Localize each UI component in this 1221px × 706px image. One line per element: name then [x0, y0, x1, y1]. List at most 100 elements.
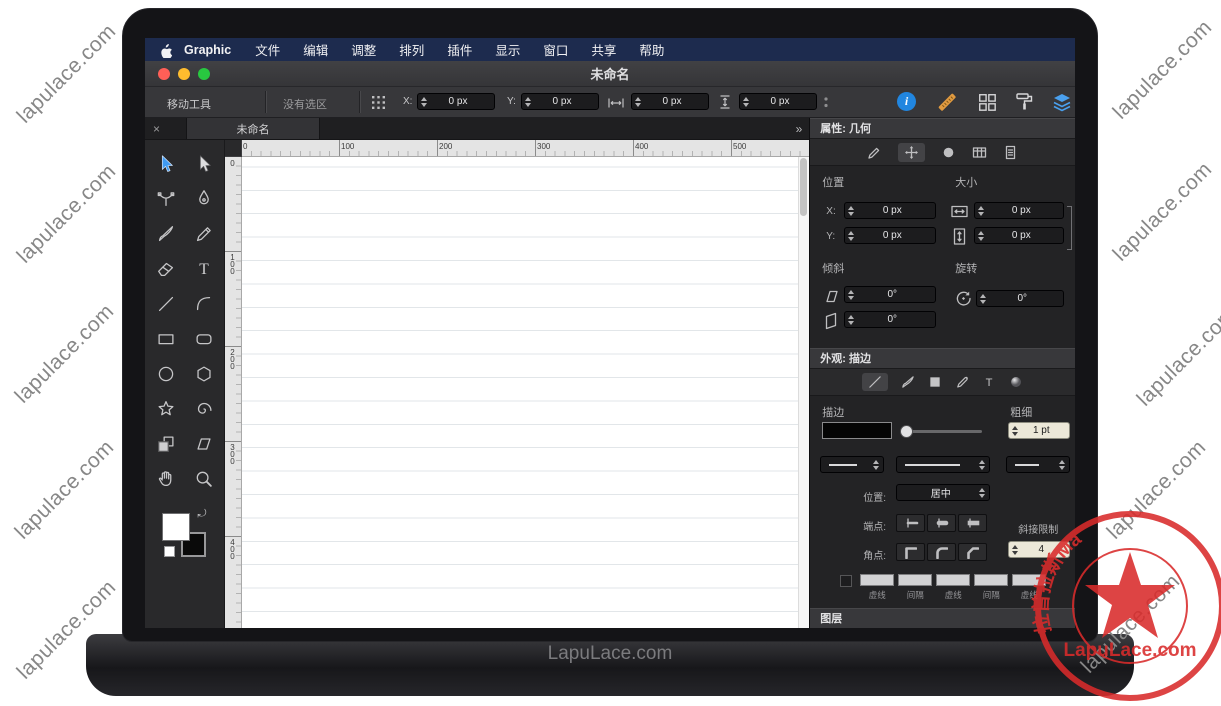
info-button[interactable]: i: [897, 92, 916, 111]
vertical-scrollbar[interactable]: [798, 156, 809, 628]
scrollbar-thumb[interactable]: [800, 158, 807, 216]
star-tool[interactable]: [154, 397, 178, 421]
menu-item-file[interactable]: 文件: [255, 40, 280, 59]
select-arrows-icon[interactable]: [976, 488, 989, 498]
tab-brush-icon[interactable]: [901, 375, 915, 389]
toolbar-width-stepper[interactable]: 0 px: [631, 93, 709, 110]
height-stepper[interactable]: 0 px: [974, 227, 1064, 244]
stepper-arrows-icon[interactable]: [977, 294, 989, 304]
shape-combine-tool[interactable]: [154, 432, 178, 456]
stepper-arrows-icon[interactable]: [975, 206, 987, 216]
menu-item-arrange[interactable]: 排列: [399, 40, 424, 59]
measure-tool-button[interactable]: [936, 91, 958, 118]
tab-stroke-icon[interactable]: [862, 373, 888, 391]
stepper-arrows-icon[interactable]: [1009, 426, 1021, 436]
skew-x-stepper[interactable]: 0°: [844, 286, 936, 303]
menu-item-share[interactable]: 共享: [591, 40, 616, 59]
pencil-tool[interactable]: [192, 222, 216, 246]
arc-tool[interactable]: [192, 292, 216, 316]
thickness-stepper[interactable]: 1 pt: [1008, 422, 1070, 439]
dash-pattern-checkbox[interactable]: [840, 575, 852, 587]
x-stepper[interactable]: 0 px: [844, 202, 936, 219]
rotation-stepper[interactable]: 0°: [976, 290, 1064, 307]
size-link-bracket[interactable]: [1067, 206, 1072, 250]
rotation-dots-icon[interactable]: [823, 96, 829, 114]
stepper-arrows-icon[interactable]: [845, 290, 857, 300]
stroke-color-picker[interactable]: [822, 422, 892, 439]
stepper-arrows-icon[interactable]: [975, 231, 987, 241]
spiral-tool[interactable]: [192, 397, 216, 421]
polygon-tool[interactable]: [192, 362, 216, 386]
rectangle-tool[interactable]: [154, 327, 178, 351]
toolbar-x-stepper[interactable]: 0 px: [417, 93, 495, 110]
stepper-arrows-icon[interactable]: [1009, 545, 1021, 555]
tab-close-icon[interactable]: ×: [153, 122, 160, 136]
document-tab[interactable]: 未命名: [186, 118, 320, 139]
parallelogram-tool[interactable]: [192, 432, 216, 456]
menu-item-window[interactable]: 窗口: [543, 40, 568, 59]
text-tool[interactable]: T: [192, 257, 216, 281]
select-tool[interactable]: [154, 152, 178, 176]
cap-butt-button[interactable]: [896, 514, 925, 532]
zoom-tool[interactable]: [192, 467, 216, 491]
stepper-arrows-icon[interactable]: [845, 315, 857, 325]
corner-bevel-button[interactable]: [958, 543, 987, 561]
cap-square-button[interactable]: [958, 514, 987, 532]
brush-tool[interactable]: [154, 222, 178, 246]
line-tool[interactable]: [154, 292, 178, 316]
tab-shape-icon[interactable]: [941, 145, 956, 160]
width-stepper[interactable]: 0 px: [974, 202, 1064, 219]
stepper-arrows-icon[interactable]: [418, 97, 430, 107]
stepper-arrows-icon[interactable]: [522, 97, 534, 107]
cap-round-button[interactable]: [927, 514, 956, 532]
toolbar-height-stepper[interactable]: 0 px: [739, 93, 817, 110]
tab-text-style-icon[interactable]: T: [982, 375, 996, 389]
dash-field-2[interactable]: [936, 574, 970, 586]
select-arrows-icon[interactable]: [870, 460, 883, 470]
corner-round-button[interactable]: [927, 543, 956, 561]
menu-item-view[interactable]: 显示: [495, 40, 520, 59]
appearance-roller-button[interactable]: [1014, 91, 1034, 117]
skew-y-stepper[interactable]: 0°: [844, 311, 936, 328]
menu-item-adjust[interactable]: 调整: [351, 40, 376, 59]
stroke-style-select-3[interactable]: [1006, 456, 1070, 473]
thickness-slider-knob[interactable]: [900, 425, 913, 438]
ellipse-tool[interactable]: [154, 362, 178, 386]
default-colors-icon[interactable]: [164, 546, 175, 557]
tab-table-icon[interactable]: [972, 145, 987, 160]
tab-shadow-icon[interactable]: [1009, 375, 1023, 389]
tab-fill-icon[interactable]: [928, 375, 942, 389]
stroke-position-select[interactable]: 居中: [896, 484, 990, 501]
layers-button[interactable]: [1051, 91, 1073, 118]
menu-item-edit[interactable]: 编辑: [303, 40, 328, 59]
menu-app-name[interactable]: Graphic: [184, 43, 231, 57]
stroke-style-select-1[interactable]: [820, 456, 884, 473]
menu-item-plugins[interactable]: 插件: [447, 40, 472, 59]
artboards-button[interactable]: [977, 92, 997, 117]
gap-field-1[interactable]: [898, 574, 932, 586]
thickness-slider[interactable]: [904, 430, 982, 433]
apple-menu-icon[interactable]: [159, 42, 172, 58]
dash-field-1[interactable]: [860, 574, 894, 586]
direct-select-tool[interactable]: [192, 152, 216, 176]
stepper-arrows-icon[interactable]: [740, 97, 752, 107]
y-stepper[interactable]: 0 px: [844, 227, 936, 244]
canvas-paper[interactable]: [241, 156, 799, 628]
select-arrows-icon[interactable]: [1056, 460, 1069, 470]
gap-field-2[interactable]: [974, 574, 1008, 586]
corner-miter-button[interactable]: [896, 543, 925, 561]
menu-item-help[interactable]: 帮助: [639, 40, 664, 59]
eraser-tool[interactable]: [154, 257, 178, 281]
hand-tool[interactable]: [154, 467, 178, 491]
rounded-rectangle-tool[interactable]: [192, 327, 216, 351]
anchor-grid-icon[interactable]: [371, 95, 386, 115]
tab-style-icon[interactable]: [867, 145, 882, 160]
tab-eyedropper-icon[interactable]: [955, 375, 969, 389]
select-arrows-icon[interactable]: [976, 460, 989, 470]
stepper-arrows-icon[interactable]: [845, 206, 857, 216]
tab-geometry-icon[interactable]: [898, 143, 925, 162]
tab-overflow-icon[interactable]: »: [796, 122, 803, 136]
tab-document-icon[interactable]: [1003, 145, 1018, 160]
pen-tool[interactable]: [192, 187, 216, 211]
swap-colors-icon[interactable]: ⤾: [197, 508, 206, 521]
